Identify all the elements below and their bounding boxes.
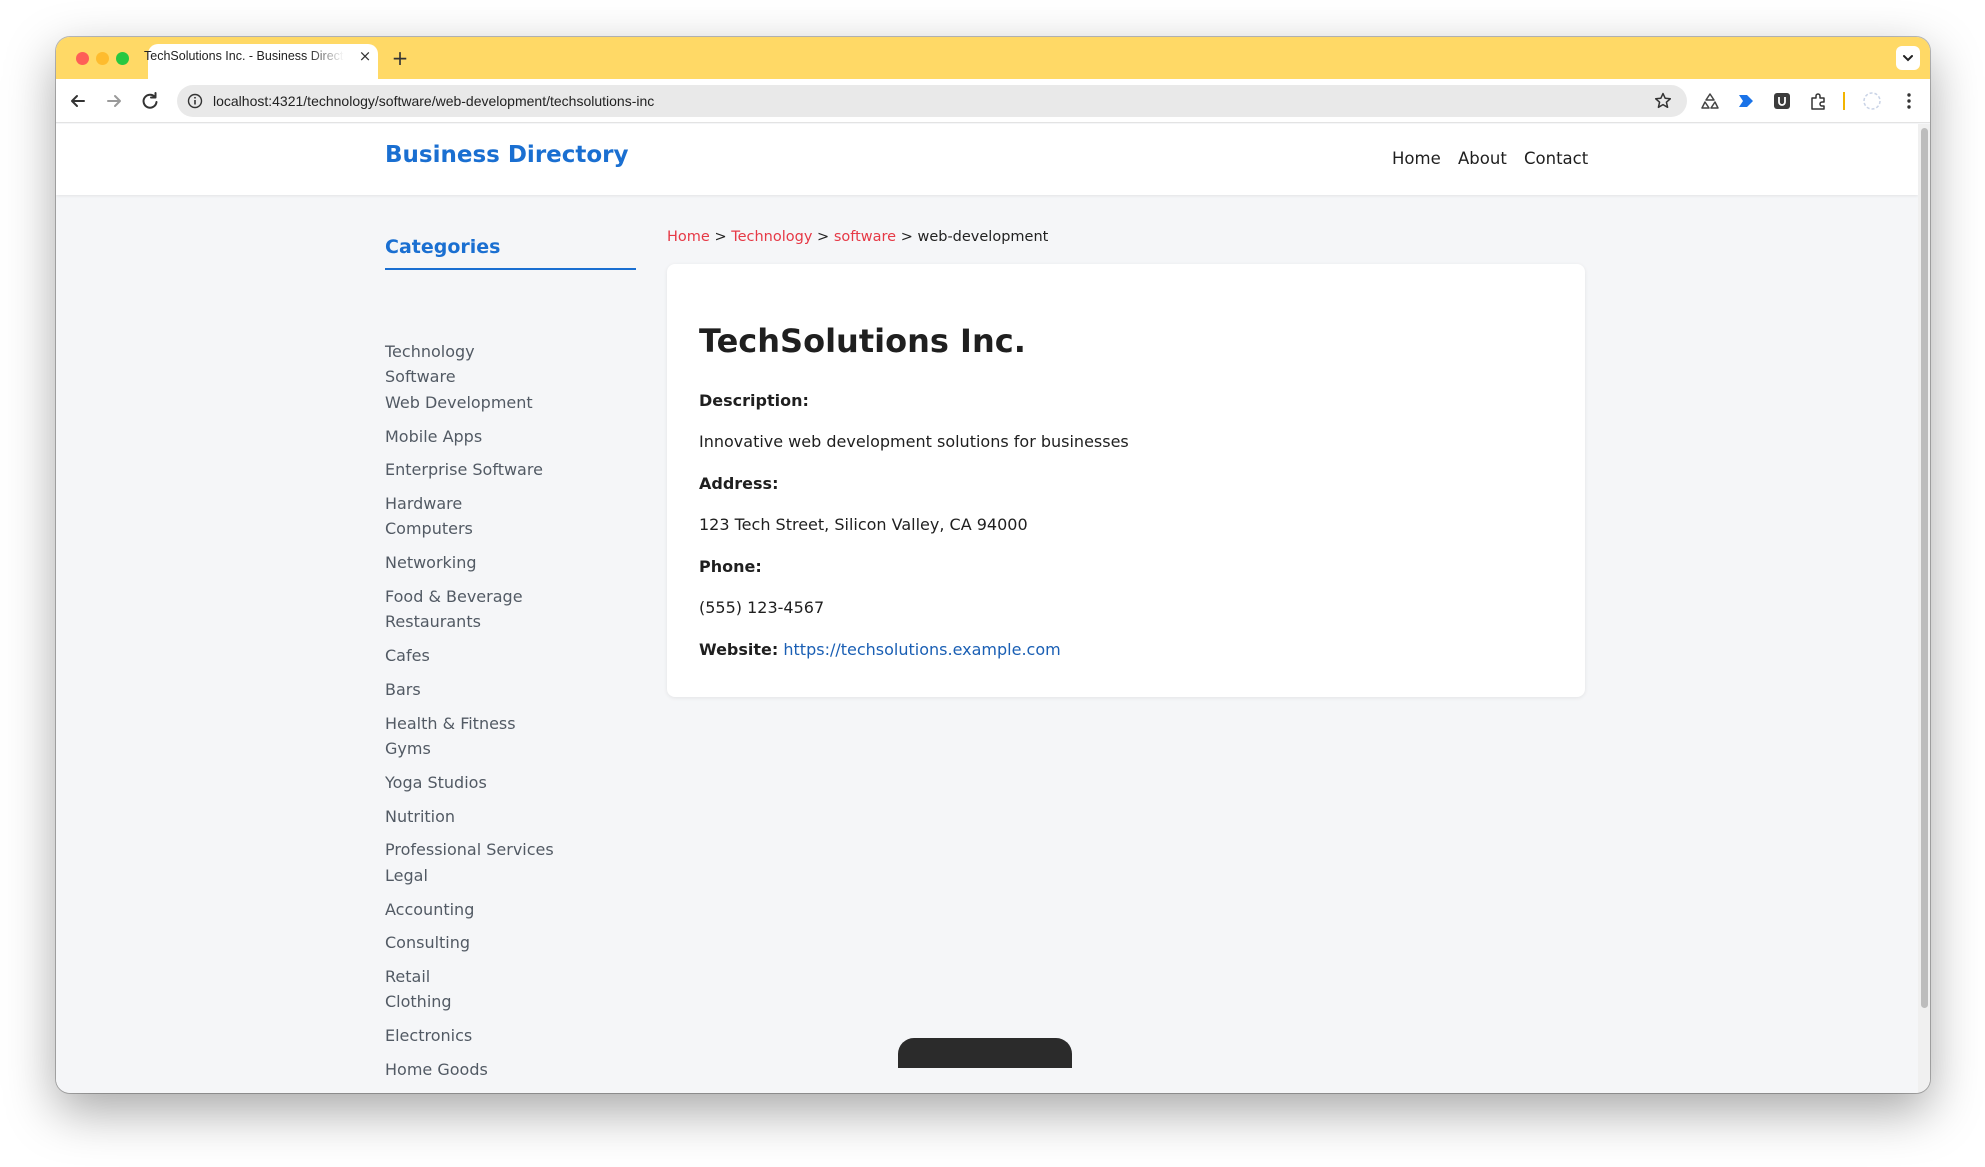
maximize-window-button[interactable]	[116, 52, 129, 65]
dev-toolbar[interactable]	[898, 1038, 1072, 1068]
category-link[interactable]: Mobile Apps	[385, 427, 482, 446]
site-header: Business Directory Home About Contact	[56, 124, 1918, 195]
category-link[interactable]: Food & Beverage	[385, 587, 523, 606]
forward-button[interactable]	[102, 89, 126, 113]
category-sidebar: Categories	[385, 236, 636, 270]
category-link[interactable]: Electronics	[385, 1026, 472, 1045]
category-link[interactable]: Technology	[385, 342, 475, 361]
phone-value: (555) 123-4567	[699, 598, 825, 617]
bookmark-star-icon[interactable]	[1653, 91, 1673, 111]
breadcrumb: Home > Technology > software > web-devel…	[667, 229, 1048, 245]
business-card: TechSolutions Inc. Description: Innovati…	[667, 264, 1585, 697]
phone-label: Phone:	[699, 557, 762, 576]
browser-window: TechSolutions Inc. - Business Directory …	[56, 37, 1930, 1093]
site-info-icon[interactable]	[187, 93, 203, 109]
scrollbar-thumb[interactable]	[1921, 128, 1928, 1008]
breadcrumb-separator: >	[817, 229, 830, 245]
page-content: Business Directory Home About Contact Ca…	[56, 124, 1918, 1093]
category-link[interactable]: Clothing	[385, 992, 452, 1011]
category-link[interactable]: Restaurants	[385, 612, 481, 631]
website-link[interactable]: https://techsolutions.example.com	[783, 640, 1060, 659]
close-window-button[interactable]	[76, 52, 89, 65]
arrow-right-icon	[107, 95, 121, 107]
address-label: Address:	[699, 474, 779, 493]
category-link[interactable]: Cafes	[385, 646, 430, 665]
reload-button[interactable]	[138, 89, 162, 113]
breadcrumb-software[interactable]: software	[834, 229, 896, 245]
breadcrumb-home[interactable]: Home	[667, 229, 710, 245]
recycle-extension-icon[interactable]	[1699, 90, 1721, 112]
website-label: Website:	[699, 640, 779, 659]
profile-avatar-icon[interactable]	[1861, 90, 1883, 112]
category-link[interactable]: Consulting	[385, 933, 470, 952]
site-logo[interactable]: Business Directory	[385, 142, 629, 168]
address-value: 123 Tech Street, Silicon Valley, CA 9400…	[699, 515, 1028, 534]
breadcrumb-separator: >	[714, 229, 727, 245]
tab-strip: TechSolutions Inc. - Business Directory …	[56, 37, 1930, 79]
category-link[interactable]: Computers	[385, 519, 473, 538]
tab-title: TechSolutions Inc. - Business Directory	[144, 49, 344, 63]
toolbar-divider	[1843, 92, 1845, 110]
u-extension-icon[interactable]	[1771, 90, 1793, 112]
category-link[interactable]: Bars	[385, 680, 421, 699]
category-link[interactable]: Yoga Studios	[385, 773, 487, 792]
puzzle-extensions-icon[interactable]	[1807, 90, 1829, 112]
sidebar-title: Categories	[385, 236, 636, 270]
breadcrumb-current: web-development	[917, 229, 1049, 245]
address-bar[interactable]: localhost:4321/technology/software/web-d…	[177, 85, 1687, 117]
website-row: Website: https://techsolutions.example.c…	[699, 640, 1061, 659]
tab-search-button[interactable]	[1896, 46, 1920, 70]
browser-toolbar: localhost:4321/technology/software/web-d…	[56, 79, 1930, 123]
nav-contact[interactable]: Contact	[1524, 149, 1588, 168]
tab-close-icon[interactable]: ×	[355, 46, 375, 66]
back-button[interactable]	[66, 89, 90, 113]
category-link[interactable]: Enterprise Software	[385, 460, 543, 479]
minimize-window-button[interactable]	[96, 52, 109, 65]
category-link[interactable]: Nutrition	[385, 807, 455, 826]
arrow-left-icon	[71, 95, 85, 107]
category-link[interactable]: Networking	[385, 553, 477, 572]
category-link[interactable]: Hardware	[385, 494, 462, 513]
business-name: TechSolutions Inc.	[699, 322, 1026, 360]
category-link[interactable]: Professional Services	[385, 840, 554, 859]
nav-about[interactable]: About	[1458, 149, 1507, 168]
page-scrollbar[interactable]	[1918, 124, 1930, 1093]
breadcrumb-separator: >	[900, 229, 913, 245]
reload-icon	[142, 92, 158, 109]
category-link[interactable]: Retail	[385, 967, 430, 986]
new-tab-button[interactable]: +	[387, 45, 413, 71]
chevron-down-icon	[1903, 55, 1913, 62]
browser-menu-icon[interactable]	[1898, 90, 1920, 112]
description-value: Innovative web development solutions for…	[699, 432, 1129, 451]
category-link[interactable]: Home Goods	[385, 1060, 488, 1079]
category-link[interactable]: Software	[385, 367, 456, 386]
category-link[interactable]: Health & Fitness	[385, 714, 516, 733]
blue-extension-icon[interactable]	[1735, 90, 1757, 112]
description-label: Description:	[699, 391, 809, 410]
category-link[interactable]: Gyms	[385, 739, 431, 758]
category-link[interactable]: Web Development	[385, 393, 533, 412]
nav-home[interactable]: Home	[1392, 149, 1441, 168]
url-text: localhost:4321/technology/software/web-d…	[213, 93, 655, 109]
breadcrumb-technology[interactable]: Technology	[731, 229, 812, 245]
category-link[interactable]: Legal	[385, 866, 428, 885]
category-link[interactable]: Accounting	[385, 900, 474, 919]
